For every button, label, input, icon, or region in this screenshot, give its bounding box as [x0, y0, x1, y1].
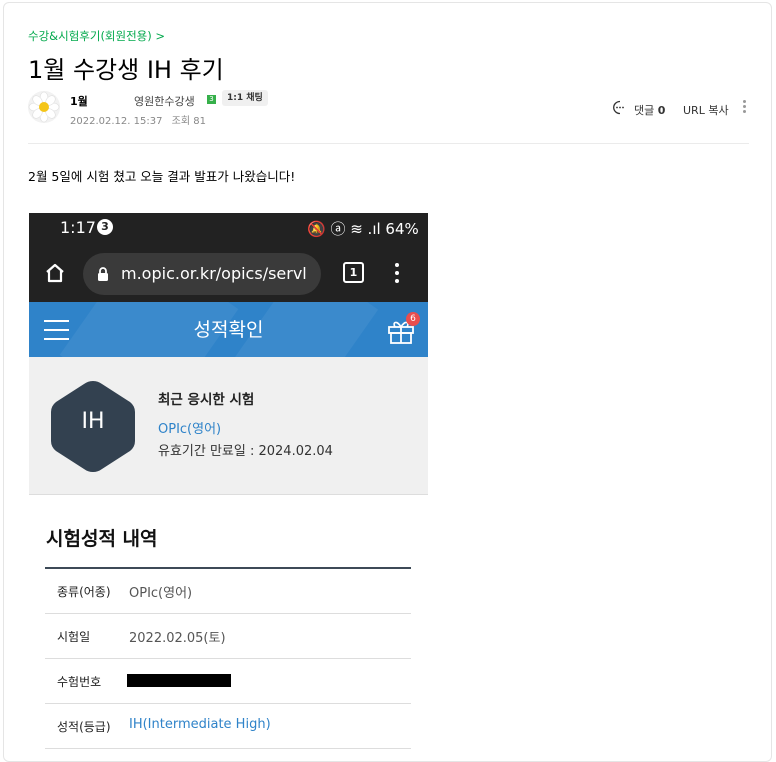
row-label: 종류(어종) [57, 585, 111, 599]
home-icon [46, 263, 64, 283]
url-copy-button[interactable]: URL 복사 [683, 102, 729, 118]
daisy-avatar-icon [28, 91, 60, 123]
post-title: 1월 수강생 IH 후기 [28, 56, 224, 84]
recent-exam-panel: IH 최근 응시한 시험 OPIc(영어) 유효기간 만료일 : 2024.02… [29, 357, 428, 495]
row-value: IH(Intermediate High) [129, 717, 271, 732]
member-grade: 영원한수강생 [134, 95, 195, 108]
table-row: 시험일 2022.02.05(토) [45, 614, 411, 659]
url-field: m.opic.or.kr/opics/servl [83, 253, 321, 295]
recent-grade: IH [81, 409, 105, 434]
app-header: 성적확인 6 [29, 302, 428, 357]
status-icons: 🔕 ⓐ ≋ .ıl 64% [307, 220, 419, 238]
comment-button[interactable]: 댓글 0 [634, 102, 665, 118]
author-name[interactable]: 1월 [70, 93, 88, 109]
redacted-block [127, 674, 231, 687]
phone-status-bar: 1:17 3 🔕 ⓐ ≋ .ıl 64% [29, 213, 428, 246]
table-row: 성적(등급) IH(Intermediate High) [45, 704, 411, 749]
post-date: 2022.02.12. 15:37 [70, 116, 163, 127]
comment-icon[interactable] [612, 100, 628, 116]
more-options-icon[interactable] [741, 100, 747, 116]
breadcrumb[interactable]: 수강&시험후기(회원전용) > [28, 28, 165, 44]
view-count: 조회 81 [171, 116, 206, 127]
browser-url-bar: m.opic.or.kr/opics/servl 1 [29, 246, 428, 302]
url-text: m.opic.or.kr/opics/servl [121, 264, 307, 283]
row-label: 시험일 [57, 630, 91, 644]
lock-icon [98, 267, 108, 281]
recent-exam-expiry: 유효기간 만료일 : 2024.02.04 [158, 444, 333, 459]
app-header-title: 성적확인 [193, 319, 264, 341]
post-meta: 2022.02.12. 15:37 조회 81 [70, 112, 212, 127]
gift-count-badge: 6 [406, 312, 420, 326]
score-table: 종류(어종) OPIc(영어) 시험일 2022.02.05(토) 수험번호 성… [45, 567, 411, 749]
row-value: 2022.02.05(토) [129, 631, 226, 646]
divider [28, 143, 749, 144]
score-history-title: 시험성적 내역 [46, 528, 158, 550]
recent-exam-heading: 최근 응시한 시험 [158, 392, 255, 408]
chat-button[interactable]: 1:1 채팅 [222, 90, 268, 106]
row-value: OPIc(영어) [129, 586, 193, 601]
comment-label: 댓글 [634, 104, 655, 117]
post-body-text: 2월 5일에 시험 쳤고 오늘 결과 발표가 나왔습니다! [28, 169, 296, 184]
phone-time: 1:17 [60, 218, 96, 237]
attached-screenshot[interactable]: 1:17 3 🔕 ⓐ ≋ .ıl 64% m.opic.or.kr/opics/… [29, 213, 428, 757]
table-row: 수험번호 [45, 659, 411, 704]
tabs-icon: 1 [343, 262, 364, 283]
avatar[interactable] [28, 91, 60, 123]
row-label: 수험번호 [57, 675, 102, 689]
comment-count: 0 [657, 104, 666, 117]
recent-exam-name: OPIc(영어) [158, 422, 222, 437]
notification-badge: 3 [97, 219, 113, 235]
grade-badge: 3 [207, 95, 216, 104]
browser-menu-icon [395, 263, 399, 283]
row-label: 성적(등급) [57, 720, 111, 734]
table-row: 종류(어종) OPIc(영어) [45, 569, 411, 614]
